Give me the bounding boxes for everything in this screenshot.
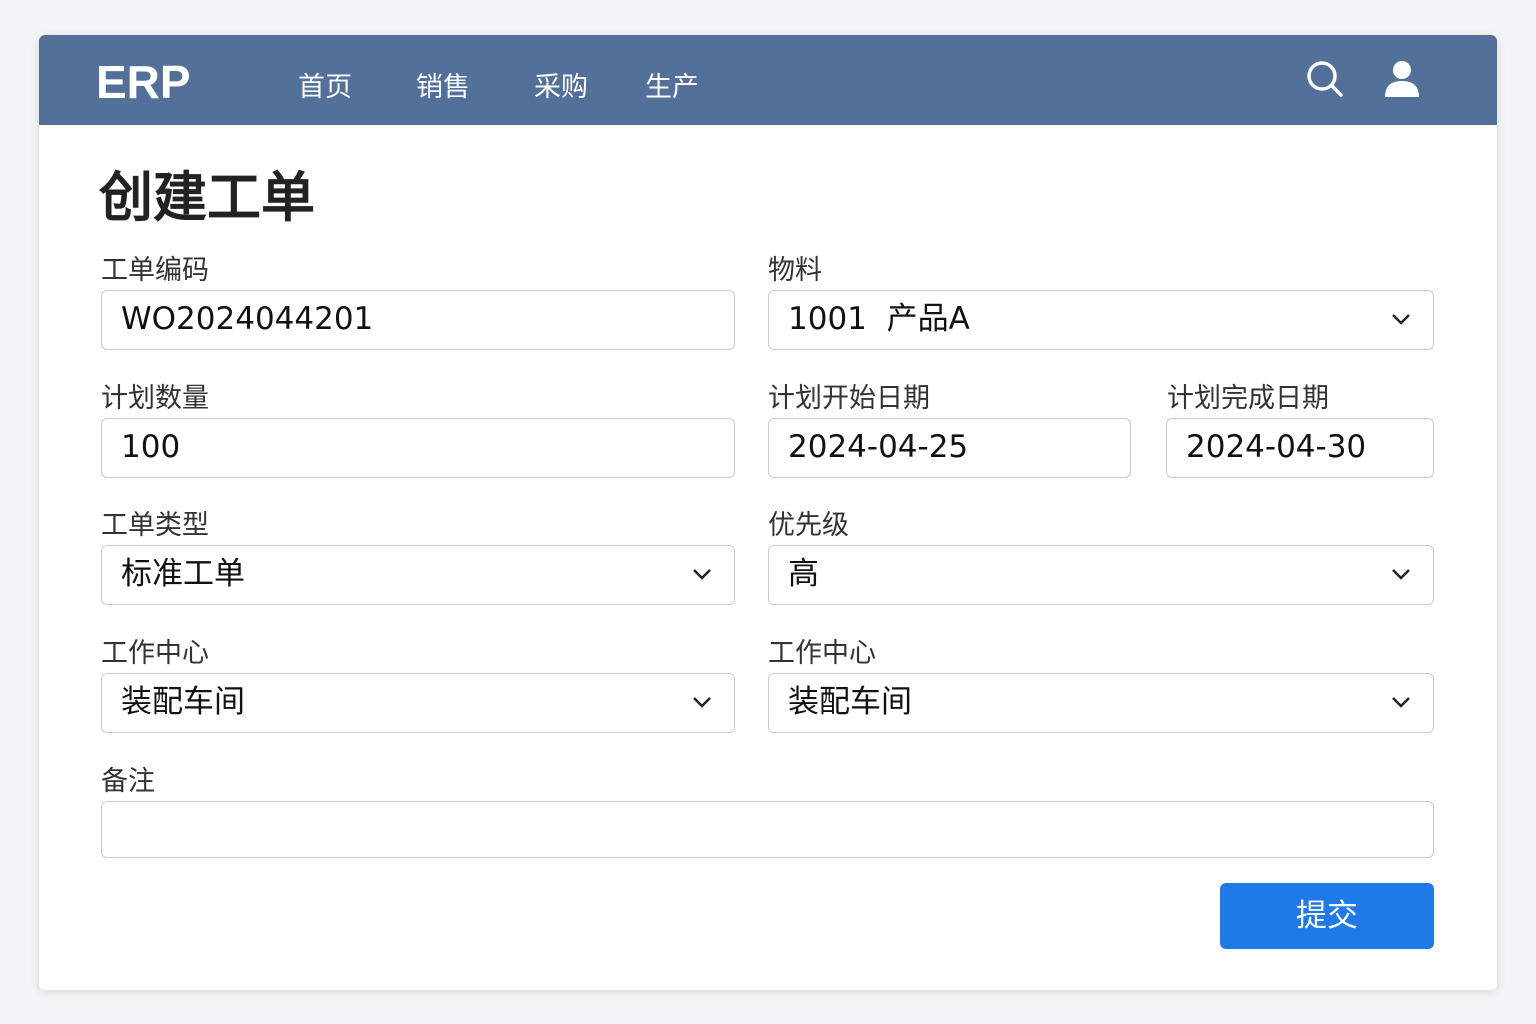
top-nav: ERP 首页 销售 采购 生产	[39, 35, 1497, 125]
end-date-label: 计划完成日期	[1167, 383, 1329, 414]
start-date-label: 计划开始日期	[768, 383, 930, 414]
work-center-1-select[interactable]: 装配车间	[101, 673, 735, 733]
priority-value: 高	[788, 556, 819, 592]
work-center-1-value: 装配车间	[121, 684, 245, 720]
work-center-1-label: 工作中心	[101, 638, 209, 669]
work-center-2-value: 装配车间	[788, 684, 912, 720]
user-icon[interactable]	[1380, 57, 1424, 101]
remarks-label: 备注	[101, 766, 155, 797]
nav-sales[interactable]: 销售	[416, 65, 470, 104]
nav-home[interactable]: 首页	[298, 65, 352, 104]
nav-production[interactable]: 生产	[645, 65, 699, 104]
chevron-down-icon	[693, 569, 711, 580]
order-type-label: 工单类型	[101, 510, 209, 541]
logo: ERP	[96, 56, 191, 108]
material-label: 物料	[768, 255, 822, 286]
order-no-input[interactable]: WO2024044201	[101, 290, 735, 350]
remarks-input[interactable]	[101, 801, 1434, 858]
start-date-input[interactable]: 2024-04-25	[768, 418, 1131, 478]
priority-select[interactable]: 高	[768, 545, 1434, 605]
material-select[interactable]: 1001 产品A	[768, 290, 1434, 350]
page-title: 创建工单	[99, 166, 315, 229]
chevron-down-icon	[693, 697, 711, 708]
search-icon[interactable]	[1303, 57, 1347, 101]
chevron-down-icon	[1392, 569, 1410, 580]
nav-purchase[interactable]: 采购	[534, 65, 588, 104]
chevron-down-icon	[1392, 697, 1410, 708]
work-center-2-select[interactable]: 装配车间	[768, 673, 1434, 733]
work-center-2-label: 工作中心	[768, 638, 876, 669]
order-type-value: 标准工单	[121, 556, 245, 592]
priority-label: 优先级	[768, 510, 849, 541]
order-type-select[interactable]: 标准工单	[101, 545, 735, 605]
work-order-card: ERP 首页 销售 采购 生产 创建工单 工单编码 WO2024044201 物…	[39, 35, 1497, 990]
quantity-input[interactable]: 100	[101, 418, 735, 478]
order-no-label: 工单编码	[101, 255, 209, 286]
end-date-input[interactable]: 2024-04-30	[1166, 418, 1434, 478]
chevron-down-icon	[1392, 314, 1410, 325]
quantity-label: 计划数量	[101, 383, 209, 414]
submit-button[interactable]: 提交	[1220, 883, 1434, 949]
material-value: 1001 产品A	[788, 301, 970, 337]
